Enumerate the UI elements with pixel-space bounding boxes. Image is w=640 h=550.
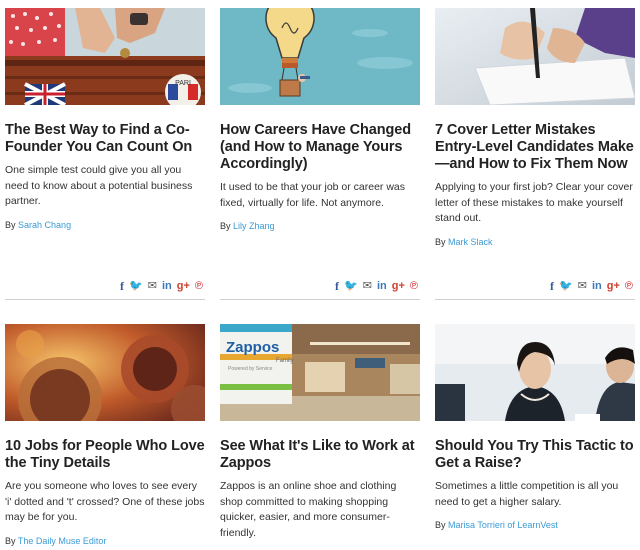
author-link[interactable]: The Daily Muse Editor xyxy=(18,536,107,546)
article-thumbnail[interactable] xyxy=(5,324,205,421)
share-bar: f 🐦 ✉ in g+ ℗ xyxy=(120,280,203,292)
linkedin-icon[interactable]: in xyxy=(377,280,387,292)
pinterest-icon[interactable]: ℗ xyxy=(195,280,203,292)
article-card[interactable]: PARI The Best Way to Find a Co-Founder Y… xyxy=(5,8,205,300)
article-description: Applying to your first job? Clear your c… xyxy=(435,181,633,224)
article-thumbnail[interactable] xyxy=(435,324,635,421)
divider xyxy=(435,299,635,300)
article-card[interactable]: How Careers Have Changed (and How to Man… xyxy=(220,8,420,300)
author-link[interactable]: Lily Zhang xyxy=(233,221,275,231)
zappos-logo-text: Zappos xyxy=(226,339,279,356)
googleplus-icon[interactable]: g+ xyxy=(607,280,620,292)
article-thumbnail[interactable] xyxy=(220,8,420,105)
googleplus-icon[interactable]: g+ xyxy=(392,280,405,292)
byline-prefix: By xyxy=(5,535,16,546)
article-thumbnail[interactable]: Zappos Family Powered by Service xyxy=(220,324,420,421)
article-byline: By Sarah Chang xyxy=(5,220,205,230)
article-description: One simple test could give you all you n… xyxy=(5,164,193,207)
twitter-icon[interactable]: 🐦 xyxy=(344,280,358,292)
googleplus-icon[interactable]: g+ xyxy=(177,280,190,292)
zappos-tagline-text: Powered by Service xyxy=(228,366,273,372)
article-description: It used to be that your job or career wa… xyxy=(220,181,406,209)
divider xyxy=(220,299,420,300)
article-card[interactable]: 7 Cover Letter Mistakes Entry-Level Cand… xyxy=(435,8,635,300)
pinterest-icon[interactable]: ℗ xyxy=(625,280,633,292)
author-link[interactable]: Mark Slack xyxy=(448,237,493,247)
twitter-icon[interactable]: 🐦 xyxy=(129,280,143,292)
article-byline: By Marisa Torrieri of LearnVest xyxy=(435,520,635,530)
article-thumbnail[interactable] xyxy=(435,8,635,105)
article-byline: By The Daily Muse Editor xyxy=(5,536,205,546)
byline-prefix: By xyxy=(5,219,16,230)
linkedin-icon[interactable]: in xyxy=(162,280,172,292)
facebook-icon[interactable]: f xyxy=(335,280,339,292)
byline-prefix: By xyxy=(435,520,446,530)
sticker-text: PARI xyxy=(175,80,191,87)
article-byline: By Mark Slack xyxy=(435,237,635,247)
byline-prefix: By xyxy=(220,221,231,231)
article-description: Sometimes a little competition is all yo… xyxy=(435,480,619,508)
article-title[interactable]: 7 Cover Letter Mistakes Entry-Level Cand… xyxy=(435,122,635,173)
email-icon[interactable]: ✉ xyxy=(578,280,587,292)
article-title[interactable]: The Best Way to Find a Co-Founder You Ca… xyxy=(5,122,205,156)
share-bar: f 🐦 ✉ in g+ ℗ xyxy=(335,280,418,292)
facebook-icon[interactable]: f xyxy=(550,280,554,292)
article-description: Zappos is an online shoe and clothing sh… xyxy=(220,480,397,539)
twitter-icon[interactable]: 🐦 xyxy=(559,280,573,292)
article-card[interactable]: 10 Jobs for People Who Love the Tiny Det… xyxy=(5,324,205,546)
facebook-icon[interactable]: f xyxy=(120,280,124,292)
article-title[interactable]: How Careers Have Changed (and How to Man… xyxy=(220,122,420,173)
author-link[interactable]: Marisa Torrieri of LearnVest xyxy=(448,520,558,530)
pinterest-icon[interactable]: ℗ xyxy=(410,280,418,292)
divider xyxy=(5,299,205,300)
email-icon[interactable]: ✉ xyxy=(148,280,157,292)
email-icon[interactable]: ✉ xyxy=(363,280,372,292)
article-thumbnail[interactable]: PARI xyxy=(5,8,205,105)
byline-prefix: By xyxy=(435,236,446,247)
linkedin-icon[interactable]: in xyxy=(592,280,602,292)
zappos-family-text: Family xyxy=(276,358,294,364)
article-card[interactable]: Should You Try This Tactic to Get a Rais… xyxy=(435,324,635,530)
article-description: Are you someone who loves to see every '… xyxy=(5,480,205,523)
article-card[interactable]: Zappos Family Powered by Service See Wha… xyxy=(220,324,420,541)
article-title[interactable]: 10 Jobs for People Who Love the Tiny Det… xyxy=(5,438,205,472)
article-title[interactable]: Should You Try This Tactic to Get a Rais… xyxy=(435,438,635,472)
share-bar: f 🐦 ✉ in g+ ℗ xyxy=(550,280,633,292)
article-title[interactable]: See What It's Like to Work at Zappos xyxy=(220,438,420,472)
article-byline: By Lily Zhang xyxy=(220,221,420,231)
author-link[interactable]: Sarah Chang xyxy=(18,220,71,230)
